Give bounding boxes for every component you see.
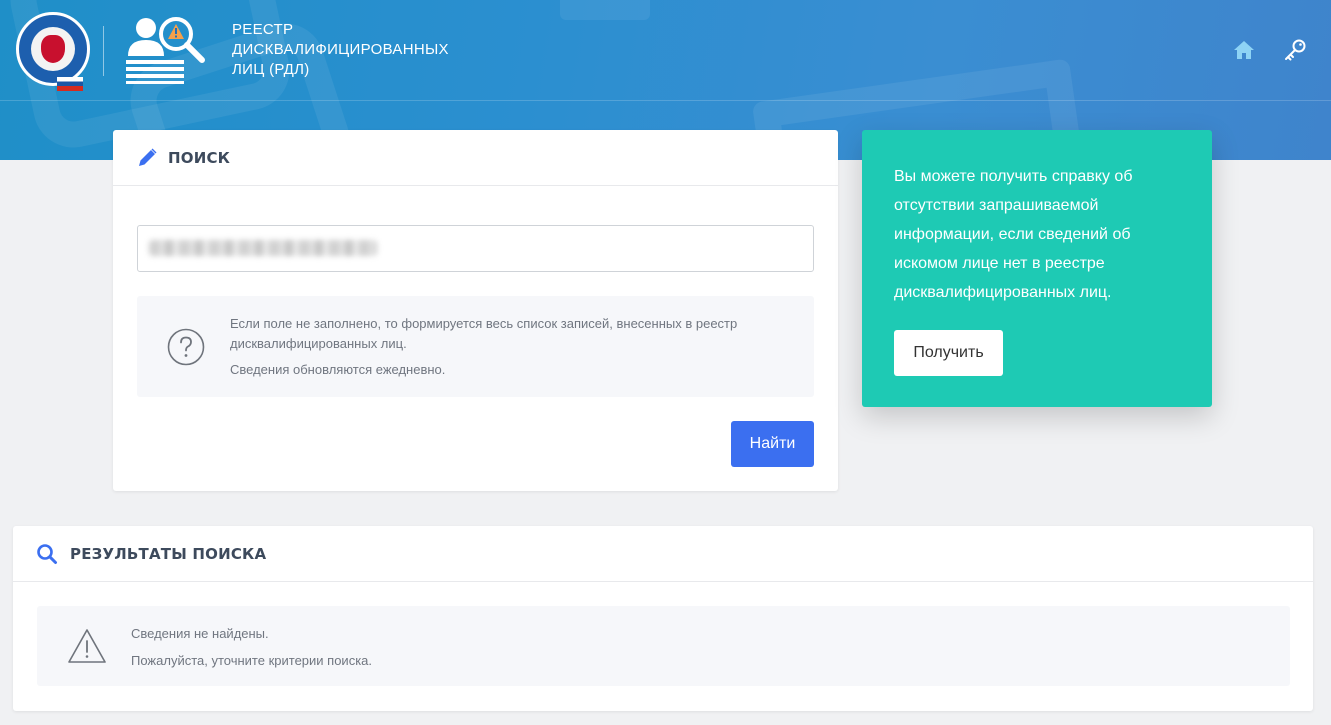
find-button[interactable]: Найти (731, 421, 814, 467)
no-results-hint: Пожалуйста, уточните критерии поиска. (131, 653, 373, 668)
home-icon[interactable] (1232, 38, 1256, 62)
get-certificate-button[interactable]: Получить (894, 330, 1003, 376)
search-card-header: ПОИСК (113, 130, 838, 186)
fns-emblem-logo[interactable] (16, 12, 90, 91)
hint-text: Если поле не заполнено, то формируется в… (230, 316, 738, 351)
results-card-header: РЕЗУЛЬТАТЫ ПОИСКА (13, 526, 1313, 582)
question-icon (167, 328, 205, 366)
header-decoration (560, 0, 650, 20)
results-card-title: РЕЗУЛЬТАТЫ ПОИСКА (70, 544, 267, 563)
flag-icon (57, 77, 83, 91)
search-input[interactable] (137, 225, 814, 272)
search-icon (37, 543, 57, 564)
registry-logo-icon (126, 17, 205, 84)
certificate-text: Вы можете получить справку об отсутствии… (894, 168, 1133, 301)
title-line: ЛИЦ (РДЛ) (232, 61, 310, 78)
search-card: ПОИСК Если поле не заполнено, то формиру… (113, 130, 838, 491)
certificate-card: Вы можете получить справку об отсутствии… (862, 130, 1212, 407)
no-results-box: Сведения не найдены. Пожалуйста, уточнит… (37, 606, 1290, 686)
search-hint-box: Если поле не заполнено, то формируется в… (137, 296, 814, 397)
registry-title: РЕЕСТР ДИСКВАЛИФИЦИРОВАННЫХ ЛИЦ (РДЛ) (232, 20, 449, 80)
title-line: ДИСКВАЛИФИЦИРОВАННЫХ (232, 41, 449, 58)
hint-text: Сведения обновляются ежедневно. (230, 362, 446, 377)
results-card: РЕЗУЛЬТАТЫ ПОИСКА Сведения не найдены. П… (13, 526, 1313, 711)
header-divider (103, 26, 104, 76)
warning-icon (68, 629, 106, 663)
eagle-icon (41, 35, 65, 63)
key-icon[interactable] (1283, 38, 1307, 62)
title-line: РЕЕСТР (232, 21, 294, 38)
pencil-icon (139, 148, 157, 166)
search-card-title: ПОИСК (168, 148, 231, 167)
no-results-text: Сведения не найдены. (131, 626, 269, 641)
